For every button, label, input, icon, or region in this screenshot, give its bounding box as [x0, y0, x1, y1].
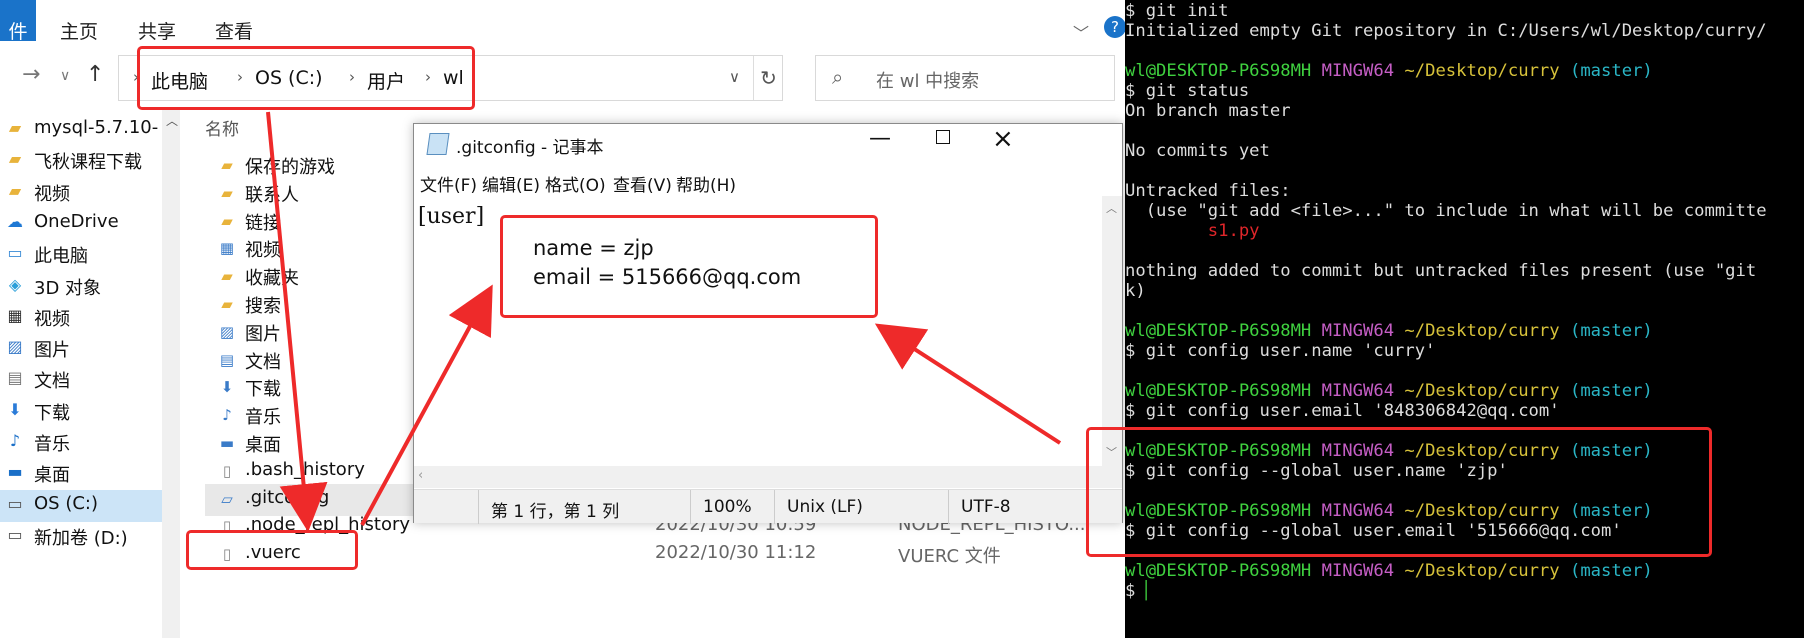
arrow-command-to-config [874, 323, 1062, 445]
annotation-arrows [266, 111, 1062, 532]
arrow-file-to-config [360, 284, 493, 526]
screen: 件 主页 共享 查看 ﹀ ? → ∨ ↑ › 此电脑 › OS (C:) › 用… [0, 0, 1804, 638]
arrow-address-to-file [266, 111, 328, 532]
